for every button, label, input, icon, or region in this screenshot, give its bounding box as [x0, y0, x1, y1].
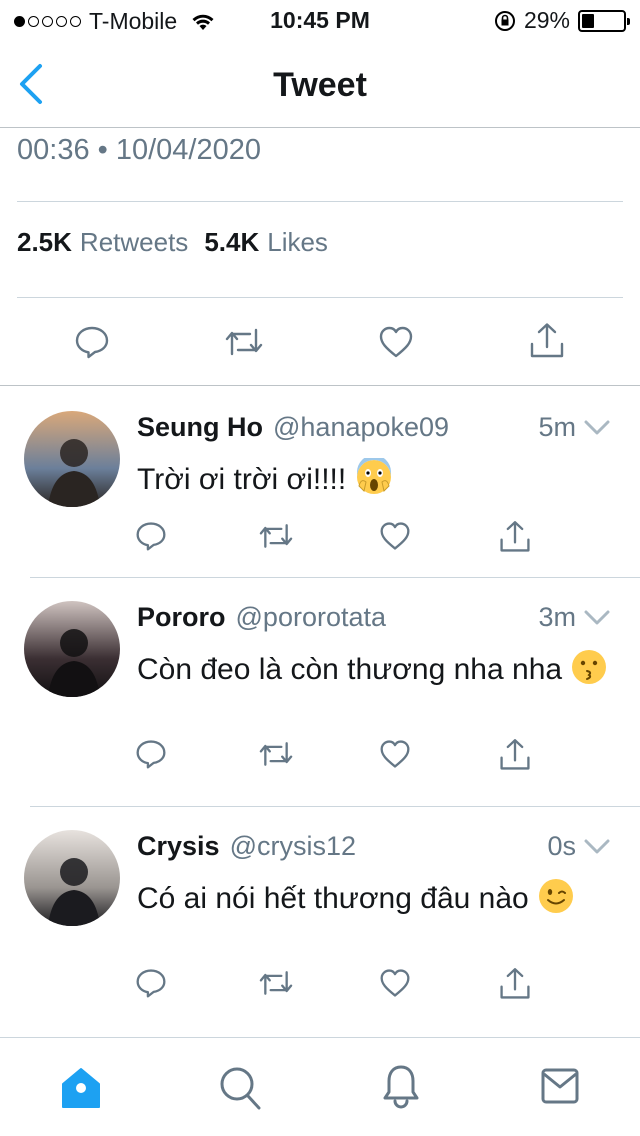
reply-button[interactable] — [135, 520, 167, 557]
reply-text: Trời ơi trời ơi!!!! — [137, 463, 347, 496]
display-name[interactable]: Seung Ho — [137, 412, 263, 443]
reply-tweet[interactable]: Pororo @pororotata 3m Còn đeo là còn thư… — [0, 578, 640, 807]
mail-icon — [541, 1068, 579, 1104]
heart-icon — [380, 969, 410, 997]
retweet-button[interactable] — [224, 324, 264, 365]
user-handle[interactable]: @crysis12 — [230, 831, 356, 862]
share-button[interactable] — [498, 967, 532, 1006]
retweet-button[interactable] — [258, 520, 294, 557]
reply-text: Còn đeo là còn thương nha nha — [137, 653, 563, 686]
retweet-icon — [259, 971, 293, 995]
reply-text-block: Còn đeo là còn thương nha nha — [137, 648, 610, 689]
section-divider — [0, 385, 640, 386]
reply-text: Có ai nói hết thương đâu nào — [137, 882, 529, 915]
page-title: Tweet — [273, 66, 367, 104]
user-handle[interactable]: @hanapoke09 — [273, 412, 449, 443]
more-options-button[interactable] — [584, 412, 610, 443]
chevron-down-icon — [584, 420, 610, 435]
reply-tweet[interactable]: Seung Ho @hanapoke09 5m Trời ơi trời ơi!… — [0, 388, 640, 578]
kissing-face-emoji — [570, 648, 608, 686]
heart-icon — [380, 740, 410, 768]
share-button[interactable] — [498, 520, 532, 559]
share-icon — [500, 968, 530, 999]
likes-count[interactable]: 5.4K — [204, 227, 259, 258]
more-options-button[interactable] — [584, 602, 610, 633]
tab-search[interactable] — [218, 1065, 262, 1116]
battery-percent: 29% — [523, 7, 570, 33]
tab-bar — [0, 1037, 640, 1136]
reply-button[interactable] — [135, 967, 167, 1004]
retweet-icon — [259, 742, 293, 766]
reply-tweet[interactable]: Crysis @crysis12 0s Có ai nói hết thương… — [0, 807, 640, 1036]
avatar[interactable] — [24, 411, 120, 507]
home-icon — [62, 1068, 100, 1108]
search-icon — [220, 1067, 261, 1110]
share-icon — [530, 323, 564, 358]
reply-button[interactable] — [135, 738, 167, 775]
tweet-stats: 2.5K Retweets 5.4K Likes — [17, 227, 328, 258]
share-button[interactable] — [498, 738, 532, 777]
chevron-down-icon — [584, 839, 610, 854]
winking-face-emoji — [537, 877, 575, 915]
display-name[interactable]: Pororo — [137, 602, 226, 633]
battery-icon — [578, 9, 630, 32]
reply-actions — [0, 967, 640, 1007]
reply-icon — [136, 969, 166, 998]
retweet-icon — [259, 524, 293, 548]
reply-text-block: Có ai nói hết thương đâu nào — [137, 877, 610, 918]
nav-bar: Tweet — [0, 40, 640, 128]
retweet-button[interactable] — [258, 967, 294, 1004]
like-button[interactable] — [379, 738, 411, 775]
tweet-timestamp: 00:36 • 10/04/2020 — [17, 134, 261, 166]
reply-time: 0s — [547, 831, 576, 861]
status-right: 29% — [494, 7, 630, 34]
display-name[interactable]: Crysis — [137, 831, 220, 862]
tab-home[interactable] — [60, 1066, 102, 1115]
reply-button[interactable] — [74, 324, 110, 365]
divider — [17, 201, 623, 202]
share-icon — [500, 739, 530, 770]
avatar[interactable] — [24, 830, 120, 926]
retweet-button[interactable] — [258, 738, 294, 775]
reply-icon — [75, 326, 109, 359]
avatar[interactable] — [24, 601, 120, 697]
like-button[interactable] — [379, 967, 411, 1004]
reply-actions — [0, 520, 640, 560]
user-handle[interactable]: @pororotata — [236, 602, 387, 633]
reply-actions — [0, 738, 640, 778]
retweets-count[interactable]: 2.5K — [17, 227, 72, 258]
likes-label[interactable]: Likes — [267, 227, 328, 258]
share-button[interactable] — [528, 322, 566, 365]
heart-icon — [380, 522, 410, 550]
status-bar: T-Mobile 10:45 PM 29% — [0, 0, 640, 40]
share-icon — [500, 521, 530, 552]
divider — [17, 297, 623, 298]
reply-header: Pororo @pororotata 3m — [137, 602, 610, 633]
like-button[interactable] — [379, 520, 411, 557]
more-options-button[interactable] — [584, 831, 610, 862]
reply-icon — [136, 522, 166, 551]
rotation-lock-icon — [494, 10, 515, 31]
reply-time: 3m — [538, 602, 576, 632]
tweet-actions — [0, 318, 640, 368]
reply-header: Seung Ho @hanapoke09 5m — [137, 412, 610, 443]
reply-time: 5m — [538, 412, 576, 442]
like-button[interactable] — [378, 324, 414, 365]
reply-header: Crysis @crysis12 0s — [137, 831, 610, 862]
screaming-face-emoji — [355, 455, 393, 496]
tab-messages[interactable] — [541, 1068, 579, 1109]
retweets-label[interactable]: Retweets — [80, 227, 188, 258]
heart-icon — [379, 326, 413, 358]
bell-icon — [383, 1065, 419, 1109]
reply-icon — [136, 740, 166, 769]
chevron-down-icon — [584, 610, 610, 625]
reply-text-block: Trời ơi trời ơi!!!! — [137, 455, 610, 499]
tab-notifications[interactable] — [382, 1064, 420, 1115]
retweet-icon — [225, 328, 263, 356]
